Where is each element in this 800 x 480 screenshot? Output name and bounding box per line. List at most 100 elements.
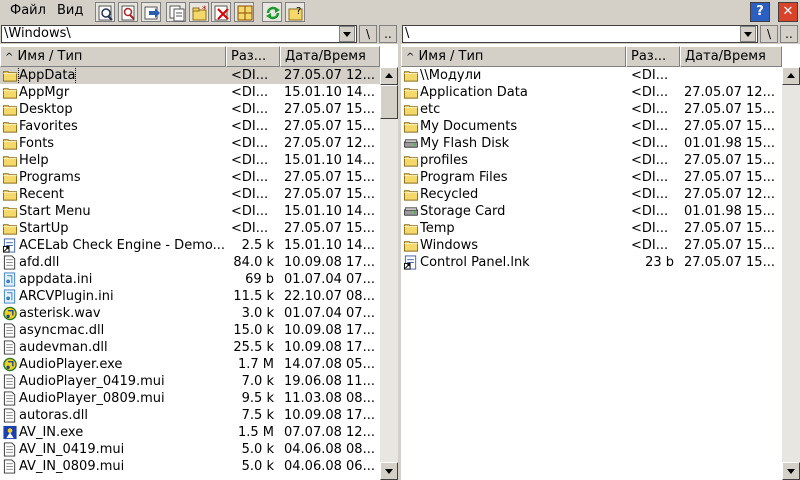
file-name-cell: Favorites xyxy=(0,118,226,135)
chevron-down-icon[interactable] xyxy=(339,26,355,42)
table-row[interactable]: Recycled <DI... 27.05.07 12... xyxy=(401,186,782,203)
file-size-cell: <DI... xyxy=(631,221,669,236)
move-icon xyxy=(144,6,160,20)
split-view-button[interactable] xyxy=(234,2,254,22)
file-name-cell: ARCVPlugin.ini xyxy=(0,288,226,305)
close-button[interactable]: ✕ xyxy=(778,2,798,22)
left-col-date[interactable]: Дата/Время xyxy=(280,46,380,67)
file-size-cell: <DI... xyxy=(631,153,669,168)
left-col-size[interactable]: Раз... xyxy=(226,46,280,67)
refresh-button[interactable] xyxy=(262,2,282,22)
table-row[interactable]: appdata.ini 69 b 01.07.04 07... xyxy=(0,271,380,288)
table-row[interactable]: Start Menu <DI... 15.01.10 14... xyxy=(0,203,380,220)
table-row[interactable]: AV_IN_0419.mui 5.0 k 04.06.08 08... xyxy=(0,441,380,458)
main-toolbar: Файл Вид *? ? ✕ xyxy=(0,0,800,25)
file-size-cell: <DI... xyxy=(231,136,269,151)
right-scrollbar[interactable] xyxy=(782,67,800,480)
file-name-cell: My Flash Disk xyxy=(401,135,626,152)
table-row[interactable]: audevman.dll 25.5 k 10.09.08 17... xyxy=(0,339,380,356)
right-col-size[interactable]: Раз... xyxy=(626,46,680,67)
table-row[interactable]: Favorites <DI... 27.05.07 15... xyxy=(0,118,380,135)
move-button[interactable] xyxy=(141,2,161,22)
right-parent-button[interactable]: .. xyxy=(780,25,798,43)
left-scrollbar[interactable] xyxy=(380,67,398,480)
table-row[interactable]: ACELab Check Engine - Demo.... 2.5 k 15.01… xyxy=(0,237,380,254)
left-scroll-thumb[interactable] xyxy=(380,85,398,119)
shortcut-icon xyxy=(2,238,16,253)
table-row[interactable]: Recent <DI... 27.05.07 15... xyxy=(0,186,380,203)
table-row[interactable]: AppMgr <DI... 15.01.10 14... xyxy=(0,84,380,101)
file-date-cell: 27.05.07 15... xyxy=(684,102,775,117)
ini-icon xyxy=(3,289,16,304)
table-row[interactable]: Storage Card <DI... 01.01.98 15... xyxy=(401,203,782,220)
file-date-cell: 27.05.07 15... xyxy=(684,255,775,270)
right-col-date[interactable]: Дата/Время xyxy=(680,46,782,67)
right-col-name[interactable]: ^ Имя / Тип xyxy=(401,46,626,67)
table-row[interactable]: Programs <DI... 27.05.07 15... xyxy=(0,169,380,186)
table-row[interactable]: autoras.dll 7.5 k 10.09.08 17... xyxy=(0,407,380,424)
folder-icon xyxy=(403,156,419,167)
chevron-down-icon[interactable] xyxy=(740,26,756,42)
table-row[interactable]: My Documents <DI... 27.05.07 15... xyxy=(401,118,782,135)
file-date-cell: 14.07.08 05... xyxy=(284,357,375,372)
table-row[interactable]: asterisk.wav 3.0 k 01.07.04 07... xyxy=(0,305,380,322)
scroll-up-icon[interactable] xyxy=(782,67,800,85)
right-path-input[interactable]: \ xyxy=(402,25,758,43)
table-row[interactable]: profiles <DI... 27.05.07 15... xyxy=(401,152,782,169)
scroll-down-icon[interactable] xyxy=(380,462,398,480)
table-row[interactable]: AppData <DI... 27.05.07 12... xyxy=(0,67,380,84)
table-row[interactable]: afd.dll 84.0 k 10.09.08 17... xyxy=(0,254,380,271)
file-size-cell: 25.5 k xyxy=(233,340,274,355)
file-name-cell: \\Модули xyxy=(401,67,626,84)
scroll-up-icon[interactable] xyxy=(380,67,398,85)
file-name: AV_IN_0809.mui xyxy=(19,459,125,474)
file-name: etc xyxy=(420,102,441,117)
table-row[interactable]: Program Files <DI... 27.05.07 15... xyxy=(401,169,782,186)
menu-file[interactable]: Файл xyxy=(10,3,46,18)
table-row[interactable]: AudioPlayer_0809.mui 9.5 k 11.03.08 08... xyxy=(0,390,380,407)
table-row[interactable]: Temp <DI... 27.05.07 15... xyxy=(401,220,782,237)
table-row[interactable]: AV_IN_0809.mui 5.0 k 04.06.08 06... xyxy=(0,458,380,475)
table-row[interactable]: AudioPlayer_0419.mui 7.0 k 19.06.08 11... xyxy=(0,373,380,390)
table-row[interactable]: Windows <DI... 27.05.07 15... xyxy=(401,237,782,254)
left-path-input[interactable]: \Windows\ xyxy=(1,25,357,43)
audio-icon xyxy=(3,357,17,372)
file-name: Programs xyxy=(19,170,81,185)
left-parent-button[interactable]: .. xyxy=(379,25,397,43)
table-row[interactable]: AudioPlayer.exe 1.7 M 14.07.08 05... xyxy=(0,356,380,373)
table-row[interactable]: My Flash Disk <DI... 01.01.98 15... xyxy=(401,135,782,152)
file-size-cell: 11.5 k xyxy=(233,289,274,304)
delete-button[interactable] xyxy=(211,2,231,22)
file-name-cell: asyncmac.dll xyxy=(0,322,226,339)
table-row[interactable]: ARCVPlugin.ini 11.5 k 22.10.07 08... xyxy=(0,288,380,305)
table-row[interactable]: StartUp <DI... 27.05.07 15... xyxy=(0,220,380,237)
table-row[interactable]: asyncmac.dll 15.0 k 10.09.08 17... xyxy=(0,322,380,339)
table-row[interactable]: Fonts <DI... 27.05.07 12... xyxy=(0,135,380,152)
file-size-cell: <DI... xyxy=(231,204,269,219)
scroll-down-icon[interactable] xyxy=(782,462,800,480)
file-size-cell: 84.0 k xyxy=(233,255,274,270)
file-size-cell: <DI... xyxy=(231,170,269,185)
help-button[interactable]: ? xyxy=(750,2,770,22)
properties-button[interactable]: ? xyxy=(285,2,305,22)
table-row[interactable]: etc <DI... 27.05.07 15... xyxy=(401,101,782,118)
menu-view[interactable]: Вид xyxy=(57,3,83,18)
file-icon xyxy=(3,408,16,423)
left-root-button[interactable]: \ xyxy=(359,25,377,43)
find-button[interactable] xyxy=(95,2,115,22)
left-col-name[interactable]: ^ Имя / Тип xyxy=(0,46,226,67)
table-row[interactable]: AV_IN.exe 1.5 M 07.07.08 12... xyxy=(0,424,380,441)
right-root-button[interactable]: \ xyxy=(760,25,778,43)
new-folder-icon: * xyxy=(192,5,207,21)
table-row[interactable]: Help <DI... 15.01.10 14... xyxy=(0,152,380,169)
table-row[interactable]: \\Модули <DI... xyxy=(401,67,782,84)
copy-button[interactable] xyxy=(166,2,186,22)
new-folder-button[interactable]: * xyxy=(189,2,209,22)
table-row[interactable]: Control Panel.lnk 23 b 27.05.07 15... xyxy=(401,254,782,271)
find-file-button[interactable] xyxy=(118,2,138,22)
table-row[interactable]: Desktop <DI... 27.05.07 15... xyxy=(0,101,380,118)
file-size-cell: 1.5 M xyxy=(237,425,274,440)
folder-icon xyxy=(2,207,18,218)
table-row[interactable]: Application Data <DI... 27.05.07 12... xyxy=(401,84,782,101)
file-name-cell: AV_IN.exe xyxy=(0,424,226,441)
